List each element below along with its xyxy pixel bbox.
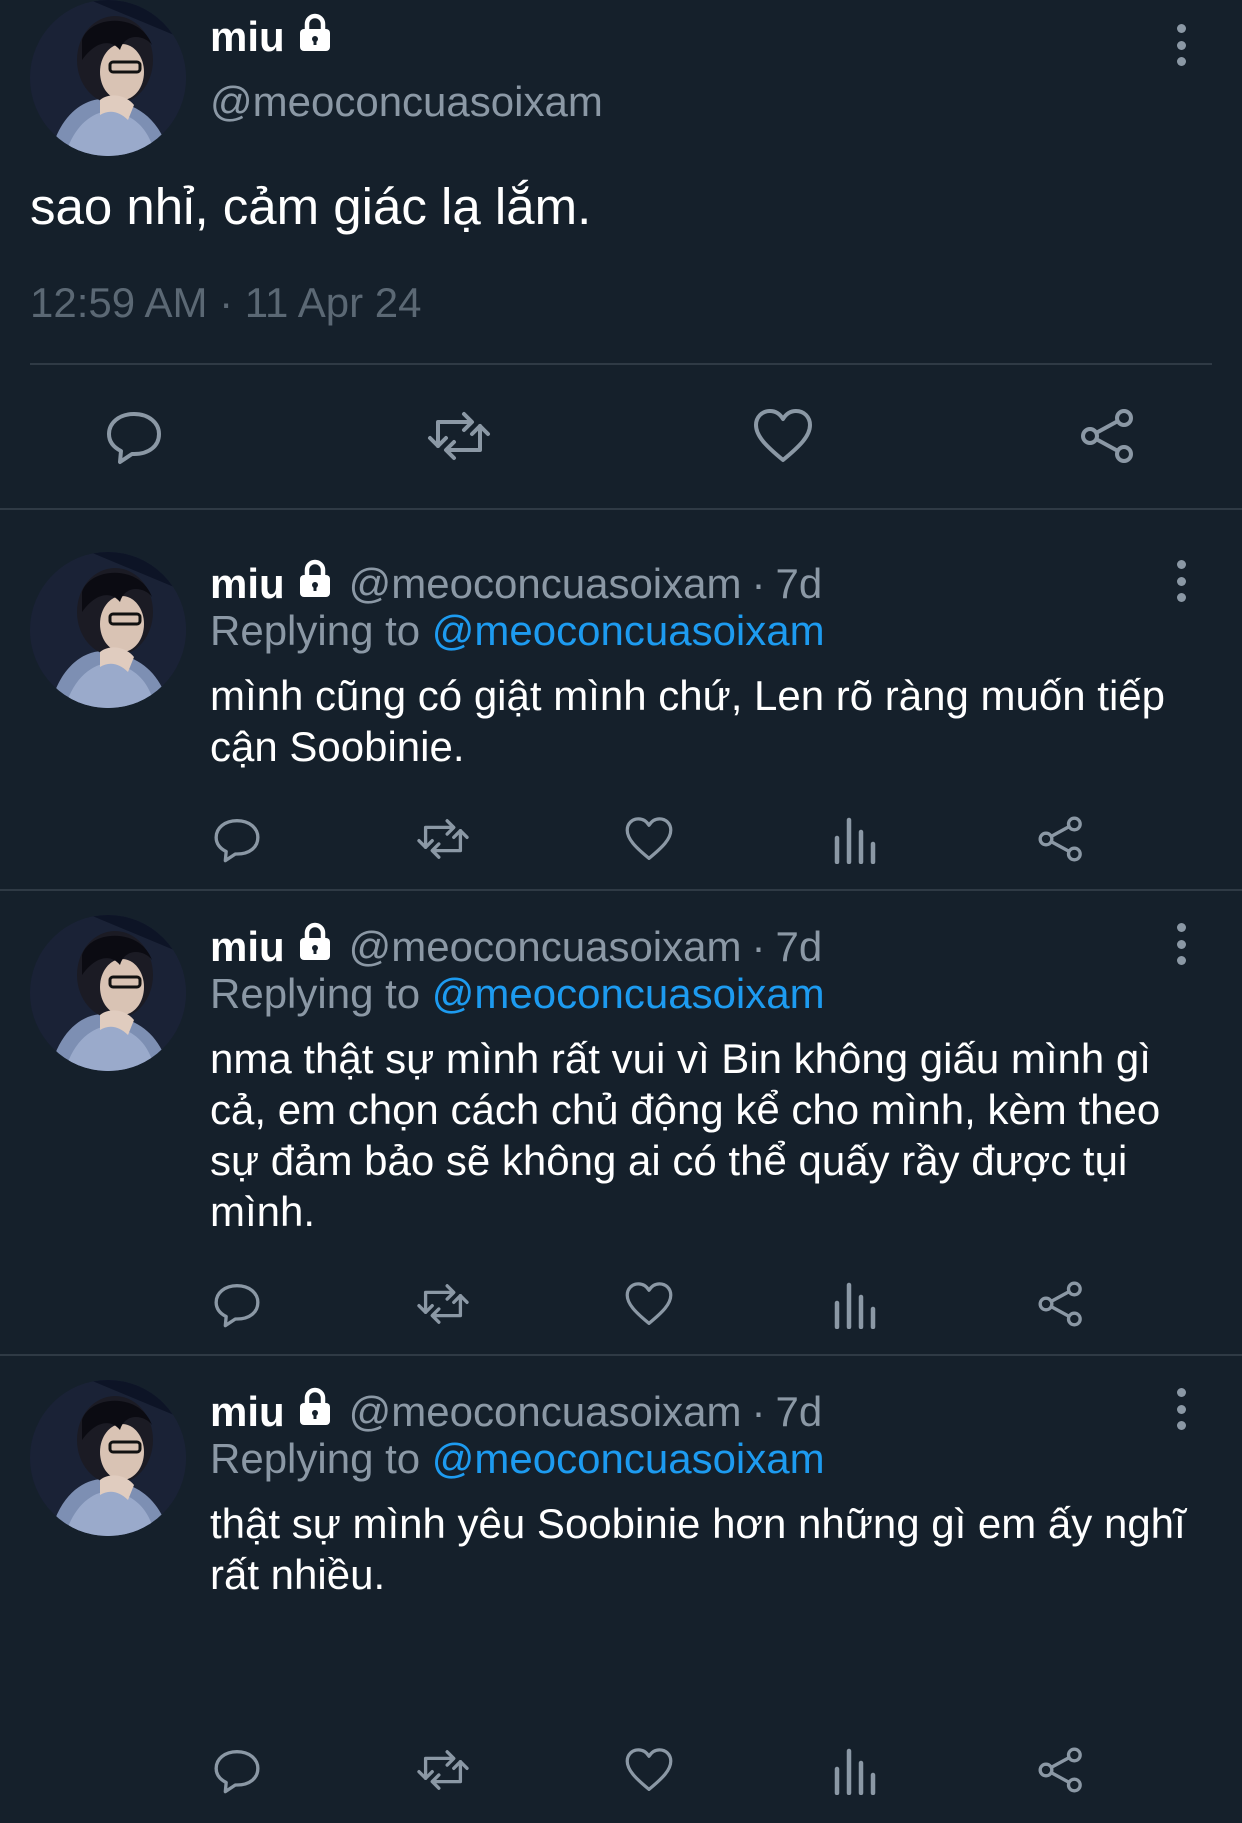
avatar[interactable] bbox=[30, 1380, 186, 1536]
more-options-icon[interactable] bbox=[1166, 20, 1196, 70]
replying-prefix: Replying to bbox=[210, 970, 432, 1017]
replying-to: Replying to @meoconcuasoixam bbox=[210, 1434, 825, 1484]
tweet-actions bbox=[0, 400, 1242, 472]
divider bbox=[30, 363, 1212, 365]
lock-icon bbox=[295, 1386, 335, 1437]
replying-prefix: Replying to bbox=[210, 607, 432, 654]
analytics-icon[interactable] bbox=[832, 1279, 878, 1329]
handle[interactable]: @meoconcuasoixam bbox=[210, 78, 603, 126]
reply-icon[interactable] bbox=[212, 1279, 262, 1329]
display-name[interactable]: miu bbox=[210, 922, 285, 972]
tweet-text: mình cũng có giật mình chứ, Len rõ ràng … bbox=[210, 672, 1165, 770]
replying-prefix: Replying to bbox=[210, 1435, 432, 1482]
handle[interactable]: @meoconcuasoixam bbox=[349, 1387, 742, 1437]
tweet-text: sao nhỉ, cảm giác lạ lắm. bbox=[30, 178, 592, 235]
reply-icon[interactable] bbox=[212, 1745, 262, 1795]
tweet-actions bbox=[0, 1275, 1242, 1335]
separator: · bbox=[751, 1387, 766, 1435]
tweet-text: thật sự mình yêu Soobinie hơn những gì e… bbox=[210, 1500, 1186, 1598]
divider bbox=[0, 889, 1242, 891]
divider bbox=[0, 508, 1242, 510]
more-options-icon[interactable] bbox=[1166, 1384, 1196, 1434]
mention-link[interactable]: @meoconcuasoixam bbox=[432, 970, 825, 1017]
like-icon[interactable] bbox=[752, 406, 814, 466]
separator: · bbox=[751, 922, 766, 970]
replying-to: Replying to @meoconcuasoixam bbox=[210, 606, 825, 656]
like-icon[interactable] bbox=[624, 1745, 674, 1795]
more-options-icon[interactable] bbox=[1166, 556, 1196, 606]
divider bbox=[0, 1354, 1242, 1356]
like-icon[interactable] bbox=[624, 1279, 674, 1329]
analytics-icon[interactable] bbox=[832, 1745, 878, 1795]
lock-icon bbox=[295, 558, 335, 609]
reply-header: miu @meoconcuasoixam · 7d bbox=[210, 558, 822, 609]
share-icon[interactable] bbox=[1078, 406, 1138, 466]
like-icon[interactable] bbox=[624, 814, 674, 864]
share-icon[interactable] bbox=[1036, 1279, 1086, 1329]
share-icon[interactable] bbox=[1036, 1745, 1086, 1795]
retweet-icon[interactable] bbox=[414, 1745, 472, 1795]
avatar[interactable] bbox=[30, 915, 186, 1071]
reply-icon[interactable] bbox=[104, 406, 164, 466]
share-icon[interactable] bbox=[1036, 814, 1086, 864]
analytics-icon[interactable] bbox=[832, 814, 878, 864]
separator: · bbox=[751, 559, 766, 607]
tweet-text: nma thật sự mình rất vui vì Bin không gi… bbox=[210, 1035, 1161, 1235]
handle[interactable]: @meoconcuasoixam bbox=[349, 559, 742, 609]
time-ago: 7d bbox=[775, 559, 823, 607]
tweet-actions bbox=[0, 1741, 1242, 1801]
mention-link[interactable]: @meoconcuasoixam bbox=[432, 607, 825, 654]
time-ago: 7d bbox=[775, 922, 823, 970]
reply-icon[interactable] bbox=[212, 814, 262, 864]
reply-header: miu @meoconcuasoixam · 7d bbox=[210, 921, 822, 972]
mention-link[interactable]: @meoconcuasoixam bbox=[432, 1435, 825, 1482]
tweet-timestamp: 12:59 AM · 11 Apr 24 bbox=[30, 279, 422, 326]
replying-to: Replying to @meoconcuasoixam bbox=[210, 969, 825, 1019]
avatar[interactable] bbox=[30, 0, 186, 156]
display-name[interactable]: miu bbox=[210, 1387, 285, 1437]
retweet-icon[interactable] bbox=[414, 814, 472, 864]
tweet-actions bbox=[0, 810, 1242, 870]
handle[interactable]: @meoconcuasoixam bbox=[349, 922, 742, 972]
lock-icon bbox=[295, 921, 335, 972]
retweet-icon[interactable] bbox=[414, 1279, 472, 1329]
retweet-icon[interactable] bbox=[424, 406, 494, 466]
reply-header: miu @meoconcuasoixam · 7d bbox=[210, 1386, 822, 1437]
display-name-text[interactable]: miu bbox=[210, 13, 285, 61]
time-ago: 7d bbox=[775, 1387, 823, 1435]
lock-icon bbox=[295, 12, 335, 62]
display-name[interactable]: miu bbox=[210, 559, 285, 609]
display-name[interactable]: miu bbox=[210, 12, 335, 62]
more-options-icon[interactable] bbox=[1166, 919, 1196, 969]
avatar[interactable] bbox=[30, 552, 186, 708]
